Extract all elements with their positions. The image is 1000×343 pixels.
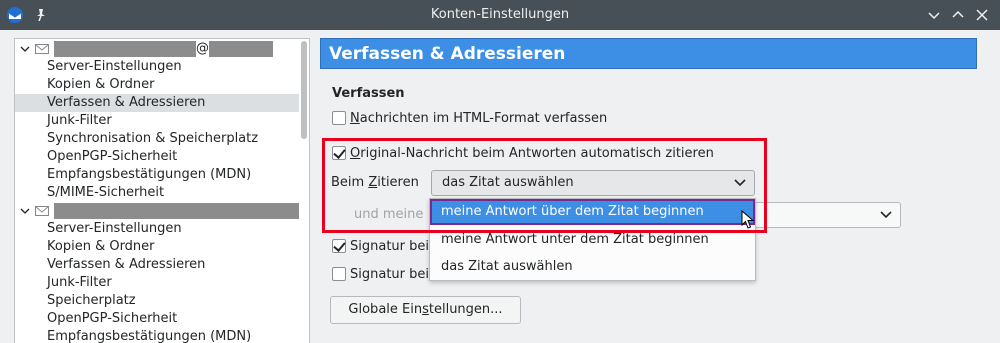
account-label-suffix: @: [196, 41, 209, 56]
tree-item-openpgp[interactable]: OpenPGP-Sicherheit: [15, 148, 299, 166]
dropdown-option-select-quote[interactable]: das Zitat auswählen: [430, 254, 755, 280]
account-row[interactable]: @: [15, 40, 299, 58]
tree-item-server-settings[interactable]: Server-Einstellungen: [15, 220, 299, 238]
tree-item-composition-addressing[interactable]: Verfassen & Adressieren: [15, 256, 299, 274]
window-titlebar: Konten-Einstellungen: [0, 0, 1000, 30]
signature-checkbox-2[interactable]: [332, 267, 346, 281]
page-title: Verfassen & Adressieren: [320, 38, 977, 69]
tree-item-openpgp[interactable]: OpenPGP-Sicherheit: [15, 310, 299, 328]
tree-item-server-settings[interactable]: Server-Einstellungen: [15, 58, 299, 76]
chevron-down-icon[interactable]: [19, 40, 31, 58]
mail-account-icon: [35, 44, 49, 54]
chevron-down-icon: [880, 211, 892, 219]
redacted-account-domain: [209, 41, 273, 57]
dropdown-option-reply-below[interactable]: meine Antwort unter dem Zitat beginnen: [430, 227, 755, 253]
global-settings-button[interactable]: Globale Einstellungen...: [330, 296, 521, 324]
auto-quote-option[interactable]: Original-Nachricht beim Antworten automa…: [332, 143, 714, 163]
tree-scrollbar[interactable]: [301, 41, 307, 139]
account-tree[interactable]: @ Server-Einstellungen Kopien & Ordner V…: [14, 38, 310, 343]
chevron-down-icon: [734, 179, 746, 187]
signature-label-1: Signatur bei: [350, 238, 429, 254]
signature-label-2: Signatur bei: [350, 266, 429, 282]
tree-item-smime[interactable]: S/MIME-Sicherheit: [15, 184, 299, 202]
tree-item-junk-filter[interactable]: Junk-Filter: [15, 274, 299, 292]
maximize-icon[interactable]: [950, 7, 966, 23]
window-title: Konten-Einstellungen: [430, 7, 570, 22]
html-compose-label: Nachrichten im HTML-Format verfassen: [350, 110, 608, 126]
tree-item-composition-addressing[interactable]: Verfassen & Adressieren: [15, 94, 299, 112]
dropdown-option-reply-above[interactable]: meine Antwort über dem Zitat beginnen: [430, 199, 755, 225]
minimize-icon[interactable]: [926, 7, 942, 23]
close-icon[interactable]: [974, 7, 990, 23]
quote-style-value: das Zitat auswählen: [442, 175, 574, 190]
tree-item-copies-folders[interactable]: Kopien & Ordner: [15, 76, 299, 94]
mouse-cursor-icon: [741, 210, 755, 229]
quote-style-dropdown-list[interactable]: meine Antwort über dem Zitat beginnen me…: [429, 198, 756, 281]
tree-item-copies-folders[interactable]: Kopien & Ordner: [15, 238, 299, 256]
tree-item-return-receipts[interactable]: Empfangsbestätigungen (MDN): [15, 166, 299, 184]
auto-quote-checkbox[interactable]: [332, 146, 346, 160]
account-row[interactable]: [15, 202, 299, 220]
signature-option-2[interactable]: Signatur bei: [332, 264, 429, 284]
tree-item-storage[interactable]: Speicherplatz: [15, 292, 299, 310]
quote-style-label: Beim Zitieren: [331, 175, 419, 190]
tree-item-return-receipts[interactable]: Empfangsbestätigungen (MDN): [15, 328, 299, 343]
redacted-account-name: [54, 203, 299, 219]
reply-position-label: und meine: [354, 207, 424, 222]
quote-style-select[interactable]: das Zitat auswählen: [431, 170, 755, 196]
signature-checkbox-1[interactable]: [332, 239, 346, 253]
signature-option-1[interactable]: Signatur bei: [332, 236, 429, 256]
mail-account-icon: [35, 206, 49, 216]
section-title-composition: Verfassen: [332, 86, 405, 101]
tree-item-sync-storage[interactable]: Synchronisation & Speicherplatz: [15, 130, 299, 148]
html-compose-checkbox[interactable]: [332, 111, 346, 125]
html-compose-option[interactable]: Nachrichten im HTML-Format verfassen: [332, 108, 607, 128]
auto-quote-label: Original-Nachricht beim Antworten automa…: [350, 145, 714, 161]
tree-item-junk-filter[interactable]: Junk-Filter: [15, 112, 299, 130]
chevron-down-icon[interactable]: [19, 202, 31, 220]
redacted-account-name: [54, 41, 196, 57]
